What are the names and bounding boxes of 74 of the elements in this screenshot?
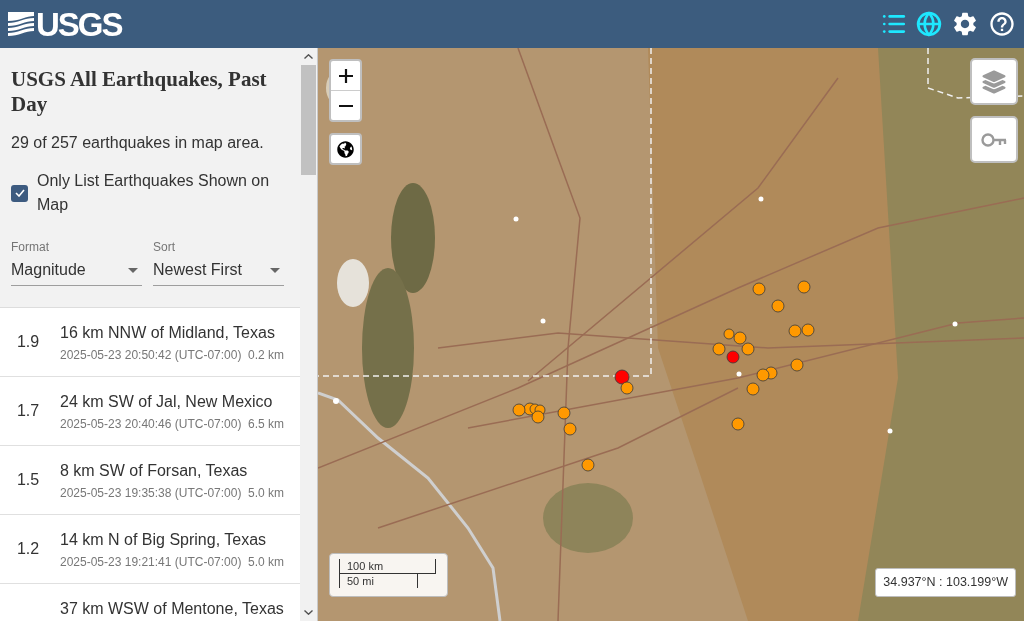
field-label: Format: [11, 239, 50, 255]
time-text: 2025-05-23 19:35:38 (UTC-07:00): [60, 485, 242, 501]
earthquake-marker[interactable]: [557, 406, 571, 420]
layers-button[interactable]: [970, 58, 1018, 105]
earthquake-marker[interactable]: [746, 382, 760, 396]
magnitude-text: 1.5: [16, 470, 40, 490]
checkbox-label[interactable]: Only List Earthquakes Shown on Map: [37, 169, 277, 217]
earthquake-list-item[interactable]: 1.5 8 km SW of Forsan, Texas 2025-05-23 19:35:38 (UTC-07:00) 5.0 km: [0, 446, 300, 515]
magnitude-text: 1.2: [16, 539, 40, 559]
caret-down-icon: [128, 267, 138, 273]
earthquake-marker[interactable]: [771, 299, 785, 313]
earthquake-marker[interactable]: [581, 458, 595, 472]
earthquake-marker[interactable]: [790, 358, 804, 372]
earthquake-marker[interactable]: [733, 331, 747, 345]
place-text: 14 km N of Big Spring, Texas: [60, 530, 268, 550]
checkbox[interactable]: [11, 184, 28, 202]
satellite-map-drawing[interactable]: [318, 48, 1024, 621]
time-text: 2025-05-23 19:21:41 (UTC-07:00): [60, 554, 242, 570]
caret-down-icon: [304, 610, 313, 615]
earthquake-marker[interactable]: [614, 369, 630, 385]
earthquake-list-item[interactable]: 37 km WSW of Mentone, Texas: [0, 584, 300, 621]
earthquake-marker[interactable]: [531, 410, 545, 424]
earthquake-list-item[interactable]: 1.7 24 km SW of Jal, New Mexico 2025-05-23 20:40:46 (UTC-07:00) 6.5 km: [0, 377, 300, 446]
imperial-scale-label: 50 mi: [339, 574, 418, 588]
earthquake-count-text: 29 of 257 earthquakes in map area.: [11, 133, 265, 153]
earthquake-marker[interactable]: [620, 381, 634, 395]
minus-icon: [338, 104, 353, 107]
plus-icon: [338, 68, 353, 83]
coordinates-display: 34.937°N : 103.199°W: [875, 568, 1016, 597]
world-view-button[interactable]: [329, 133, 362, 165]
magnitude-text: 1.9: [16, 332, 40, 352]
earthquake-marker[interactable]: [797, 280, 811, 294]
earthquake-list-item[interactable]: 1.2 14 km N of Big Spring, Texas 2025-05-23 19:21:41 (UTC-07:00) 5.0 km: [0, 515, 300, 584]
place-text: 8 km SW of Forsan, Texas: [60, 461, 249, 481]
earthquake-marker[interactable]: [563, 422, 577, 436]
magnitude-text: 1.7: [16, 401, 40, 421]
globe-icon: [337, 140, 354, 158]
sort-dropdown[interactable]: Newest First: [153, 260, 284, 286]
time-text: 2025-05-23 20:50:42 (UTC-07:00): [60, 347, 242, 363]
earthquake-marker[interactable]: [741, 342, 755, 356]
scrollbar-thumb[interactable]: [301, 65, 316, 175]
key-icon: [981, 132, 1007, 147]
layers-icon: [981, 68, 1007, 95]
usgs-wave-logo-icon: [8, 12, 34, 36]
earthquake-marker[interactable]: [731, 417, 745, 431]
caret-down-icon: [270, 267, 280, 273]
checkmark-icon: [14, 189, 25, 197]
earthquake-list-item[interactable]: 1.9 16 km NNW of Midland, Texas 2025-05-23 20:50:42 (UTC-07:00) 0.2 km: [0, 308, 300, 377]
depth-text: 0.2 km: [248, 347, 284, 363]
earthquake-marker[interactable]: [752, 282, 766, 296]
earthquake-marker[interactable]: [512, 403, 526, 417]
earthquake-marker[interactable]: [788, 324, 802, 338]
usgs-logo-text: USGS: [36, 7, 122, 41]
earthquake-marker[interactable]: [723, 328, 735, 340]
earthquake-marker[interactable]: [756, 368, 770, 382]
depth-text: 5.0 km: [248, 554, 284, 570]
legend-button[interactable]: [970, 116, 1018, 163]
format-dropdown[interactable]: Magnitude: [11, 260, 142, 286]
help-icon[interactable]: [988, 10, 1016, 38]
panel-title: USGS All Earthquakes, Past Day: [11, 67, 268, 117]
earthquake-marker[interactable]: [712, 342, 726, 356]
depth-text: 5.0 km: [248, 485, 284, 501]
globe-icon[interactable]: [916, 11, 942, 37]
settings-icon[interactable]: [951, 10, 979, 38]
place-text: 37 km WSW of Mentone, Texas: [60, 599, 284, 619]
earthquake-marker[interactable]: [726, 350, 740, 364]
earthquake-marker[interactable]: [801, 323, 815, 337]
depth-text: 6.5 km: [248, 416, 284, 432]
place-text: 16 km NNW of Midland, Texas: [60, 323, 276, 343]
caret-up-icon: [304, 54, 313, 59]
field-label: Sort: [153, 239, 176, 255]
place-text: 24 km SW of Jal, New Mexico: [60, 392, 274, 412]
time-text: 2025-05-23 20:40:46 (UTC-07:00): [60, 416, 242, 432]
metric-scale-label: 100 km: [339, 559, 436, 574]
